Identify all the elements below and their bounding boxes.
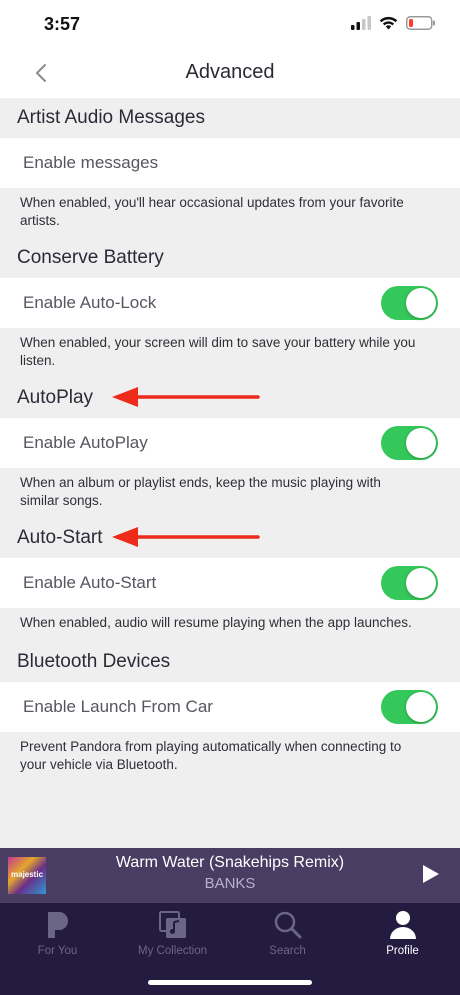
toggle-knob: [406, 568, 436, 598]
section-description: When enabled, your screen will dim to sa…: [0, 328, 460, 378]
row-label: Enable Auto-Lock: [23, 293, 157, 312]
row-label: Enable Launch From Car: [23, 697, 213, 716]
toggle-knob: [406, 288, 436, 318]
track-artist: BANKS: [204, 875, 256, 892]
auto-start-toggle[interactable]: [381, 566, 438, 600]
play-button[interactable]: [422, 864, 440, 889]
section-header-artist-audio-messages: Artist Audio Messages: [0, 98, 460, 138]
status-bar: 3:57: [0, 0, 460, 48]
red-arrow-annotation: [112, 527, 260, 547]
row-enable-launch-from-car: Enable Launch From Car: [0, 682, 460, 732]
tab-label: For You: [37, 945, 78, 957]
section-title: Conserve Battery: [17, 247, 164, 268]
red-arrow-annotation: [112, 387, 260, 407]
section-title: AutoPlay: [17, 387, 94, 408]
tab-profile[interactable]: Profile: [345, 909, 460, 957]
play-icon: [423, 865, 439, 883]
section-title: Artist Audio Messages: [17, 107, 205, 128]
section-description: When enabled, audio will resume playing …: [0, 608, 460, 642]
row-enable-messages[interactable]: Enable messages: [0, 138, 460, 188]
section-header-auto-start: Auto-Start: [0, 518, 460, 558]
tab-label: My Collection: [137, 945, 208, 957]
section-description: Prevent Pandora from playing automatical…: [0, 732, 460, 782]
collection-icon: [115, 909, 230, 941]
section-title: Auto-Start: [17, 527, 103, 548]
settings-list: Artist Audio Messages Enable messages Wh…: [0, 98, 460, 782]
profile-icon: [345, 909, 460, 941]
tab-search[interactable]: Search: [230, 909, 345, 957]
launch-from-car-toggle[interactable]: [381, 690, 438, 724]
page-title: Advanced: [185, 61, 275, 83]
tab-for-you[interactable]: For You: [0, 909, 115, 957]
wifi-icon: [379, 16, 398, 30]
tab-label: Profile: [386, 945, 419, 957]
pandora-p-icon: [0, 909, 115, 941]
row-enable-autoplay: Enable AutoPlay: [0, 418, 460, 468]
section-description: When enabled, you'll hear occasional upd…: [0, 188, 460, 238]
status-icons: [351, 16, 436, 30]
section-title: Bluetooth Devices: [17, 651, 171, 672]
tab-label: Search: [269, 945, 306, 957]
row-label: Enable AutoPlay: [23, 433, 148, 452]
album-art: majestic: [8, 857, 46, 894]
row-enable-auto-lock: Enable Auto-Lock: [0, 278, 460, 328]
toggle-knob: [406, 692, 436, 722]
album-art-text: majestic: [11, 870, 44, 879]
autoplay-toggle[interactable]: [381, 426, 438, 460]
auto-lock-toggle[interactable]: [381, 286, 438, 320]
toggle-knob: [406, 428, 436, 458]
row-label: Enable Auto-Start: [23, 573, 157, 592]
section-header-autoplay: AutoPlay: [0, 378, 460, 418]
nav-bar: Advanced: [0, 48, 460, 98]
track-info: Warm Water (Snakehips Remix) BANKS: [60, 854, 400, 892]
section-header-conserve-battery: Conserve Battery: [0, 238, 460, 278]
track-title: Warm Water (Snakehips Remix): [115, 854, 345, 871]
tab-my-collection[interactable]: My Collection: [115, 909, 230, 957]
cellular-signal-icon: [351, 16, 371, 30]
home-indicator: [148, 980, 312, 985]
row-label: Enable messages: [23, 153, 159, 172]
search-icon: [230, 909, 345, 941]
section-header-bluetooth-devices: Bluetooth Devices: [0, 642, 460, 682]
status-time: 3:57: [44, 14, 81, 34]
battery-low-icon: [406, 16, 435, 30]
mini-player[interactable]: majestic Warm Water (Snakehips Remix) BA…: [0, 848, 460, 903]
section-description: When an album or playlist ends, keep the…: [0, 468, 460, 518]
row-enable-auto-start: Enable Auto-Start: [0, 558, 460, 608]
